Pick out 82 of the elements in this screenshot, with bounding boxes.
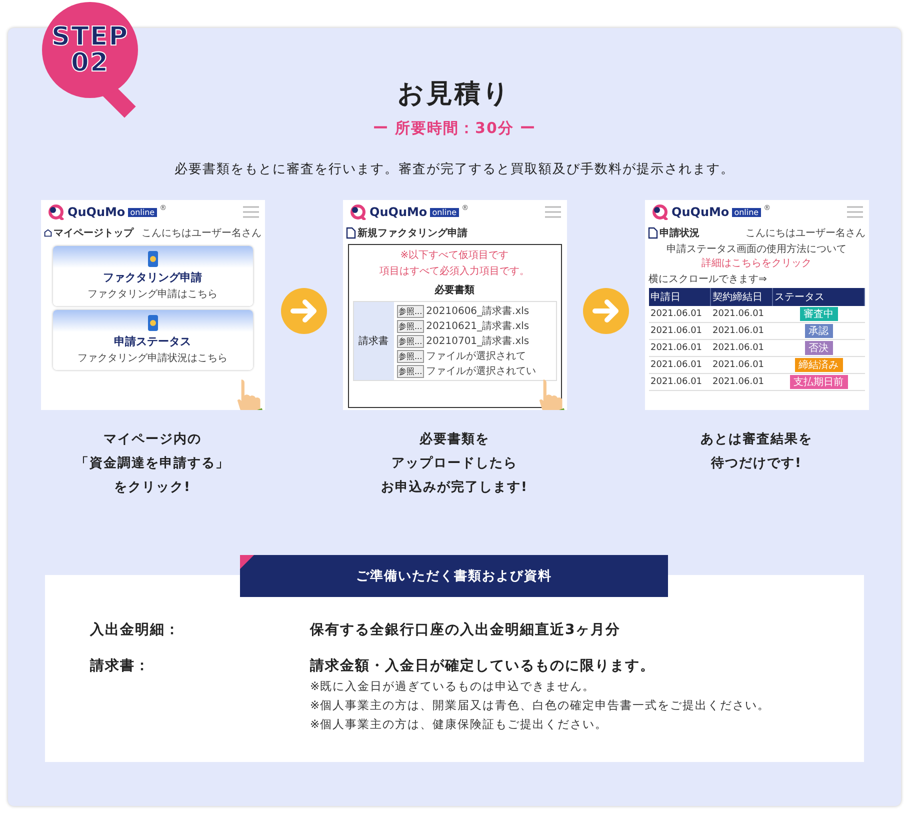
table-cell: 2021.06.01: [648, 340, 710, 357]
step-caption: 待つだけです!: [711, 455, 802, 472]
row-label: 請求書: [354, 302, 394, 380]
step-caption: あとは審査結果を: [700, 430, 812, 448]
document-description: 請求金額・入金日が確定しているものに限ります。: [310, 657, 656, 675]
online-label: online: [128, 208, 157, 216]
menu-icon[interactable]: [846, 206, 862, 218]
table-cell: 2021.06.01: [710, 306, 772, 323]
browse-button[interactable]: 参照...: [396, 334, 424, 348]
table-cell: 2021.06.01: [710, 374, 772, 391]
home-icon: [44, 228, 52, 238]
card-link[interactable]: ファクタリング申請状況はこちら: [78, 351, 228, 365]
browse-button[interactable]: 参照...: [396, 350, 424, 362]
menu-card[interactable]: 申請ステータス ファクタリング申請状況はこちら: [52, 310, 252, 370]
column-header: ステータス: [772, 288, 864, 306]
file-name: ファイルが選択されて: [426, 350, 526, 363]
browse-button[interactable]: 参照...: [396, 304, 424, 318]
document-label: 請求書：: [90, 657, 151, 676]
step-caption: をクリック!: [114, 479, 191, 496]
step-label: STEP: [51, 24, 129, 50]
column-header: 申請日: [648, 288, 710, 306]
status-label: 締結済み: [794, 358, 842, 372]
brand-name: QuQuMo: [68, 205, 126, 219]
menu-icon[interactable]: [242, 206, 258, 218]
document-note: ※個人事業主の方は、開業届又は青色、白色の確定申告書一式をご提出ください。: [310, 698, 772, 713]
greeting-text: こんにちはユーザー名さん: [746, 227, 866, 240]
help-text: 申請ステータス画面の使用方法について: [666, 242, 846, 256]
card-title: ファクタリング申請: [103, 270, 202, 285]
card-link[interactable]: ファクタリング申請はこちら: [88, 287, 218, 301]
card-title: 申請ステータス: [114, 334, 191, 349]
browse-button[interactable]: 参照...: [396, 364, 424, 378]
menu-card[interactable]: ファクタリング申請 ファクタリング申請はこちら: [52, 246, 252, 306]
page-title: マイページトップ: [54, 226, 134, 240]
logo-mark-icon: [348, 204, 366, 220]
table-cell: 2021.06.01: [710, 357, 772, 374]
document-icon: [648, 227, 658, 239]
status-label: 審査中: [800, 307, 838, 321]
table-cell: 2021.06.01: [648, 357, 710, 374]
duration-text: ー 所要時間：30分 ー: [372, 119, 536, 138]
online-label: online: [430, 208, 459, 216]
brand-name: QuQuMo: [370, 205, 428, 219]
section-title: 必要書類: [434, 284, 474, 297]
file-name: ファイルが選択されてい: [426, 365, 536, 378]
column-header: 契約締結日: [710, 288, 772, 306]
table-cell: 2021.06.01: [710, 323, 772, 340]
document-note: ※個人事業主の方は、健康保険証もご提出ください。: [310, 717, 609, 732]
scroll-hint: 横にスクロールできます⇒: [648, 272, 768, 286]
file-name: 20210606_請求書.xls: [426, 304, 530, 318]
step-caption: 「資金調達を申請する」: [76, 454, 230, 472]
brand-name: QuQuMo: [672, 205, 730, 219]
page-title: 申請状況: [660, 226, 700, 240]
step-caption: 必要書類を: [420, 430, 490, 448]
browse-button[interactable]: 参照...: [396, 320, 424, 332]
greeting-text: こんにちはユーザー名さん: [142, 227, 262, 240]
step-number: 02: [70, 50, 110, 76]
status-label: 否決: [804, 341, 832, 355]
step-caption: マイページ内の: [104, 431, 202, 448]
file-name: 20210621_請求書.xls: [426, 320, 530, 333]
status-label: 承認: [804, 324, 832, 338]
online-label: online: [732, 208, 761, 216]
step-caption: お申込みが完了します!: [381, 478, 528, 496]
document-icon: [346, 227, 356, 239]
logo-mark-icon: [650, 204, 668, 220]
logo-mark-icon: [46, 204, 64, 220]
page-title: 新規ファクタリング申請: [358, 226, 468, 240]
documents-heading: ご準備いただく書類および資料: [240, 555, 668, 597]
file-name: 20210701_請求書.xls: [426, 334, 530, 348]
menu-icon[interactable]: [544, 206, 560, 218]
document-description: 保有する全銀行口座の入出金明細直近3ヶ月分: [310, 621, 622, 639]
document-note: ※既に入金日が過ぎているものは申込できません。: [310, 679, 596, 694]
status-label: 支払期日前: [790, 375, 848, 389]
step-caption: アップロードしたら: [392, 454, 518, 472]
help-link[interactable]: 詳細はこちらをクリック: [702, 256, 812, 270]
table-cell: 2021.06.01: [648, 306, 710, 323]
table-cell: 2021.06.01: [648, 374, 710, 391]
page-title: お見積り: [398, 78, 512, 111]
table-cell: 2021.06.01: [710, 340, 772, 357]
table-cell: 2021.06.01: [648, 323, 710, 340]
required-note: 項目はすべて必須入力項目です。: [380, 264, 530, 278]
intro-text: 必要書類をもとに審査を行います。審査が完了すると買取額及び手数料が提示されます。: [174, 161, 734, 178]
notice-text: ※以下すべて仮項目です: [400, 248, 509, 262]
document-label: 入出金明細：: [90, 621, 181, 639]
